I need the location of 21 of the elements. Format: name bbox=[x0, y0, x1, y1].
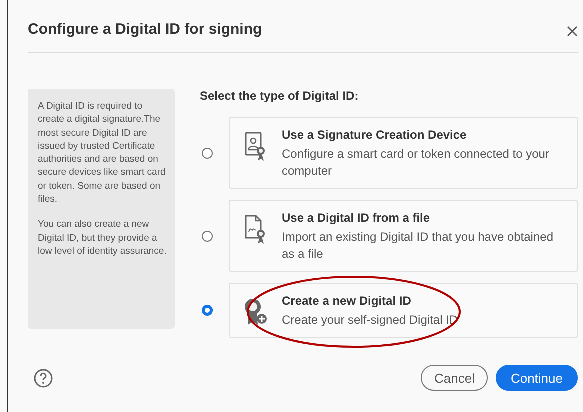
option-card[interactable]: Use a Digital ID from a file Import an existing Digital ID that you have obtained as a file bbox=[229, 200, 578, 272]
id-card-icon bbox=[245, 132, 267, 162]
option-card[interactable]: Use a Signature Creation Device Configure a smart card or token connected to your computer bbox=[229, 117, 578, 189]
dialog-title: Configure a Digital ID for signing bbox=[28, 20, 262, 38]
option-description: Configure a smart card or token connected to your computer bbox=[282, 146, 550, 180]
radio-button[interactable] bbox=[202, 230, 213, 242]
radio-button[interactable] bbox=[202, 305, 213, 316]
option-title: Use a Signature Creation Device bbox=[282, 128, 468, 142]
document-seal-icon bbox=[245, 215, 267, 245]
help-icon[interactable] bbox=[34, 368, 53, 388]
cancel-button[interactable]: Cancel bbox=[421, 365, 488, 391]
info-text: You can also create a new Digital ID, but they provide a low level of identity assurance. bbox=[38, 218, 168, 258]
info-text: A Digital ID is required to create a digital signature.The most secure Digital ID are issued by trusted Certificate authorities and are based on secure devices like smart card or token. Some are based on files. bbox=[38, 100, 167, 206]
seal-plus-icon bbox=[244, 298, 268, 328]
close-icon[interactable] bbox=[567, 26, 578, 36]
option-title: Create a new Digital ID bbox=[282, 294, 412, 308]
radio-button[interactable] bbox=[202, 148, 213, 158]
option-description: Import an existing Digital ID that you have obtained as a file bbox=[282, 229, 554, 263]
prompt-label: Select the type of Digital ID: bbox=[200, 89, 360, 103]
continue-button[interactable]: Continue bbox=[496, 365, 578, 391]
option-title: Use a Digital ID from a file bbox=[282, 211, 432, 225]
